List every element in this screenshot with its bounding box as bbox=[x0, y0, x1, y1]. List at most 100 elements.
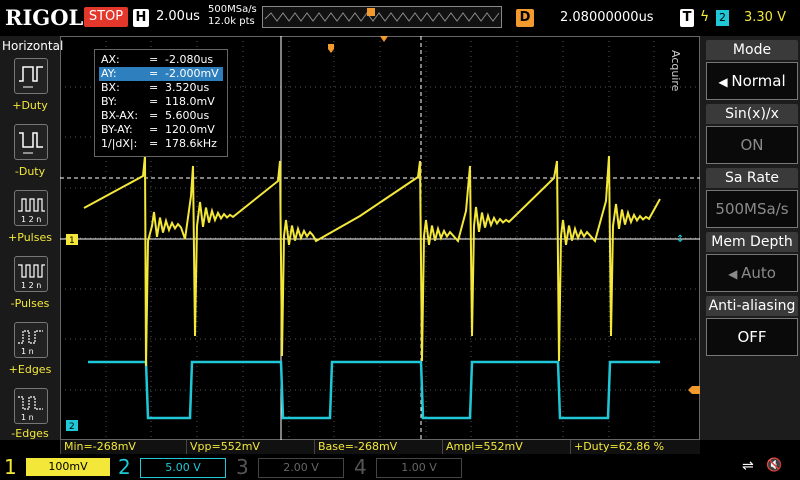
timebase-label: H bbox=[133, 9, 149, 27]
sound-muted-icon[interactable]: 🔇 bbox=[766, 458, 782, 473]
channel-scale[interactable]: 100mV bbox=[26, 458, 110, 476]
measurement-item[interactable]: Vpp=552mV bbox=[186, 440, 260, 454]
cursor-row: 1/|dX|: = 178.6kHz bbox=[99, 137, 223, 151]
falling-edges-button[interactable]: 1 n bbox=[14, 388, 48, 424]
channel-number[interactable]: 4 bbox=[354, 454, 367, 480]
channel-scale[interactable]: 5.00 V bbox=[140, 458, 226, 478]
measure-sidebar: Horizontal +Duty -Duty 1 2 n +Pulses 1 2… bbox=[0, 36, 64, 440]
svg-text:1 2 n: 1 2 n bbox=[21, 215, 41, 224]
trigger-delay-marker bbox=[380, 36, 388, 42]
cursor-value: 5.600us bbox=[165, 109, 210, 122]
cursor-arrow-icon: ↕ bbox=[676, 234, 684, 245]
channel-number[interactable]: 1 bbox=[4, 454, 17, 480]
measurement-item[interactable]: Ampl=552mV bbox=[442, 440, 523, 454]
channel2-marker-label: 2 bbox=[69, 422, 75, 432]
cursor-value: 178.6kHz bbox=[165, 137, 217, 150]
positive-pulses-label: +Pulses bbox=[8, 231, 52, 244]
option-cycle-icon: ◀ bbox=[728, 267, 742, 281]
positive-pulses-icon: 1 2 n bbox=[18, 198, 45, 224]
svg-text:1 n: 1 n bbox=[21, 347, 34, 356]
negative-duty-label: -Duty bbox=[14, 165, 46, 178]
trigger-position-marker bbox=[367, 8, 375, 16]
timebase-value[interactable]: 2.00us bbox=[156, 9, 200, 24]
cursor-value: 120.0mV bbox=[165, 123, 215, 136]
sidebar-title: Horizontal bbox=[2, 39, 64, 53]
negative-pulses-label: -Pulses bbox=[10, 297, 50, 310]
trigger-position-marker bbox=[328, 44, 334, 53]
menu-option-title: Mem Depth bbox=[706, 232, 798, 252]
cursor-value: 118.0mV bbox=[165, 95, 215, 108]
cursor-equals: = bbox=[149, 137, 159, 150]
menu-option-value-text: 500MSa/s bbox=[715, 200, 789, 218]
measurement-item[interactable]: Base=-268mV bbox=[314, 440, 397, 454]
memory-waveform-preview bbox=[264, 8, 500, 22]
sample-rate: 500MSa/s bbox=[208, 4, 257, 15]
channel-status-bar: 1 100mV 2 5.00 V 3 2.00 V 4 1.00 V ⇌ 🔇 bbox=[0, 454, 800, 480]
usb-icon: ⇌ bbox=[742, 458, 754, 474]
acquire-menu: Mode ◀ Normal Sin(x)/x ON Sa Rate 500MSa/s Mem… bbox=[700, 36, 800, 440]
measurement-bar: Min=-268mV Vpp=552mV Base=-268mV Ampl=552mV… bbox=[60, 440, 700, 454]
menu-option-title: Sin(x)/x bbox=[706, 104, 798, 124]
channel2-marker: 2 bbox=[66, 420, 78, 432]
channel-number[interactable]: 2 bbox=[118, 454, 131, 480]
positive-pulses-button[interactable]: 1 2 n bbox=[14, 190, 48, 226]
menu-option-value-text: Normal bbox=[731, 72, 786, 90]
cursor-row: BY-AY: = 120.0mV bbox=[99, 123, 223, 137]
positive-duty-button[interactable] bbox=[14, 58, 48, 94]
channel2-trace bbox=[88, 360, 660, 420]
cursor-key: BY: bbox=[101, 95, 117, 108]
cursor-key: AY: bbox=[101, 67, 117, 80]
cursor-equals: = bbox=[149, 109, 159, 122]
trigger-level-marker bbox=[688, 386, 700, 394]
measurement-item[interactable]: Min=-268mV bbox=[60, 440, 136, 454]
cursor-key: BX-AX: bbox=[101, 109, 139, 122]
cursor-value: 3.520us bbox=[165, 81, 210, 94]
cursor-value: -2.000mV bbox=[165, 67, 219, 80]
memory-points: 12.0k pts bbox=[208, 16, 255, 27]
brand-logo: RIGOL bbox=[5, 5, 84, 30]
channel1-marker: 1 bbox=[66, 234, 78, 246]
negative-duty-button[interactable] bbox=[14, 124, 48, 160]
measurement-item[interactable]: +Duty=62.86 % bbox=[570, 440, 664, 454]
positive-duty-label: +Duty bbox=[12, 99, 48, 112]
trigger-source[interactable]: 2 bbox=[716, 10, 729, 26]
sample-info: 500MSa/s 12.0k pts bbox=[208, 4, 257, 28]
cursor-equals: = bbox=[149, 95, 159, 108]
cursor-row: BX: = 3.520us bbox=[99, 81, 223, 95]
menu-option-value[interactable]: ◀ Normal bbox=[706, 62, 798, 100]
cursor-row: BX-AX: = 5.600us bbox=[99, 109, 223, 123]
cursor-key: 1/|dX|: bbox=[101, 137, 138, 150]
menu-option-value-text: Auto bbox=[741, 264, 776, 282]
menu-option-value[interactable]: ◀ Auto bbox=[706, 254, 798, 292]
run-stop-status[interactable]: STOP bbox=[84, 7, 128, 27]
negative-pulses-button[interactable]: 1 2 n bbox=[14, 256, 48, 292]
cursor-equals: = bbox=[149, 67, 159, 80]
channel-number[interactable]: 3 bbox=[236, 454, 249, 480]
menu-option-value-text: ON bbox=[740, 136, 764, 154]
trigger-edge-icon: ϟ bbox=[700, 9, 710, 25]
falling-edges-icon: 1 n bbox=[18, 396, 43, 422]
svg-text:1 2 n: 1 2 n bbox=[21, 281, 41, 290]
memory-position-strip bbox=[262, 6, 502, 28]
menu-option-value[interactable]: 500MSa/s bbox=[706, 190, 798, 228]
menu-option-value[interactable]: ON bbox=[706, 126, 798, 164]
menu-option-title: Mode bbox=[706, 40, 798, 60]
menu-vertical-label: Acquire bbox=[669, 50, 682, 92]
positive-duty-icon bbox=[19, 66, 43, 88]
rising-edges-button[interactable]: 1 n bbox=[14, 322, 48, 358]
delay-value[interactable]: 2.08000000us bbox=[560, 10, 654, 25]
rising-edges-icon: 1 n bbox=[18, 330, 43, 356]
negative-duty-icon bbox=[19, 132, 43, 154]
delay-label: D bbox=[516, 9, 534, 27]
channel1-marker-label: 1 bbox=[69, 236, 75, 246]
trigger-level[interactable]: 3.30 V bbox=[744, 10, 786, 25]
channel-scale[interactable]: 1.00 V bbox=[376, 458, 462, 478]
cursor-row: BY: = 118.0mV bbox=[99, 95, 223, 109]
falling-edges-label: -Edges bbox=[11, 427, 49, 440]
menu-option-value-text: OFF bbox=[737, 328, 767, 346]
trigger-label: T bbox=[680, 9, 694, 27]
channel-scale[interactable]: 2.00 V bbox=[258, 458, 344, 478]
cursor-key: AX: bbox=[101, 53, 120, 66]
menu-option-value[interactable]: OFF bbox=[706, 318, 798, 356]
svg-text:1 n: 1 n bbox=[21, 413, 34, 422]
